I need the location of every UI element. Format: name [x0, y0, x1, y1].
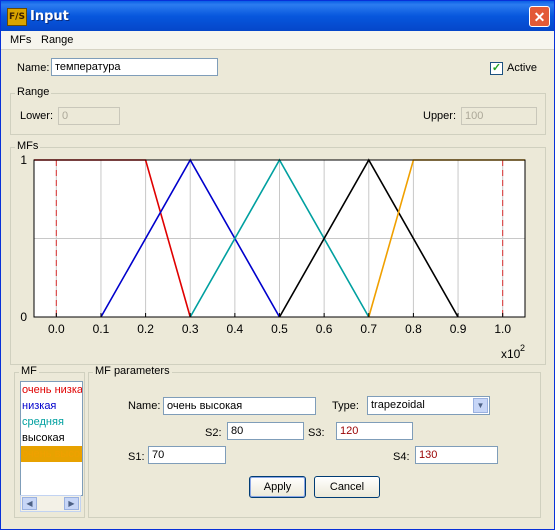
- list-item[interactable]: очень низкая: [21, 382, 82, 398]
- mf-name-input[interactable]: очень высокая: [163, 397, 316, 415]
- x-tick-label: 0.4: [227, 322, 244, 336]
- x-tick-label: 0.1: [93, 322, 110, 336]
- mf-list-hscrollbar[interactable]: ◀ ▶: [20, 495, 81, 512]
- mf-parameters-title: MF parameters: [93, 365, 172, 377]
- s4-input[interactable]: 130: [415, 446, 498, 464]
- s1-label: S1:: [128, 451, 145, 463]
- scroll-right-icon[interactable]: ▶: [64, 497, 79, 510]
- x-tick-label: 1.0: [494, 322, 511, 336]
- scroll-left-icon[interactable]: ◀: [22, 497, 37, 510]
- list-item-selected[interactable]: очень высокая: [21, 446, 82, 462]
- x-tick-label: 0.3: [182, 322, 199, 336]
- apply-button[interactable]: Apply: [249, 476, 306, 498]
- s2-label: S2:: [205, 427, 222, 439]
- x-tick-label: 0.2: [137, 322, 154, 336]
- list-item[interactable]: высокая: [21, 430, 82, 446]
- x-tick-label: 0.0: [48, 322, 65, 336]
- mf-type-value: trapezoidal: [371, 399, 425, 411]
- x-tick-label: 0.6: [316, 322, 333, 336]
- mf-name-label: Name:: [128, 400, 161, 412]
- mf-type-select[interactable]: trapezoidal ▼: [367, 396, 490, 415]
- x-tick-label: 0.7: [360, 322, 377, 336]
- x-multiplier-label: x10: [501, 347, 521, 361]
- y-tick-label: 0: [20, 310, 27, 324]
- x-multiplier-exponent: 2: [520, 343, 525, 353]
- list-item[interactable]: средняя: [21, 414, 82, 430]
- list-item[interactable]: низкая: [21, 398, 82, 414]
- mf-list-group-title: MF: [19, 365, 39, 377]
- y-tick-label: 1: [20, 153, 27, 167]
- s2-input[interactable]: 80: [227, 422, 304, 440]
- mf-listbox[interactable]: очень низкая низкая средняя высокая очен…: [20, 381, 83, 496]
- x-tick-label: 0.8: [405, 322, 422, 336]
- x-tick-label: 0.5: [271, 322, 288, 336]
- cancel-button[interactable]: Cancel: [314, 476, 380, 498]
- s4-label: S4:: [393, 451, 410, 463]
- s1-input[interactable]: 70: [148, 446, 226, 464]
- s3-input[interactable]: 120: [336, 422, 413, 440]
- chevron-down-icon[interactable]: ▼: [473, 398, 488, 413]
- input-window: F/S Input ✕ MFs Range Name: температура …: [0, 0, 555, 530]
- s3-label: S3:: [308, 427, 325, 439]
- x-tick-label: 0.9: [450, 322, 467, 336]
- mf-type-label: Type:: [332, 400, 359, 412]
